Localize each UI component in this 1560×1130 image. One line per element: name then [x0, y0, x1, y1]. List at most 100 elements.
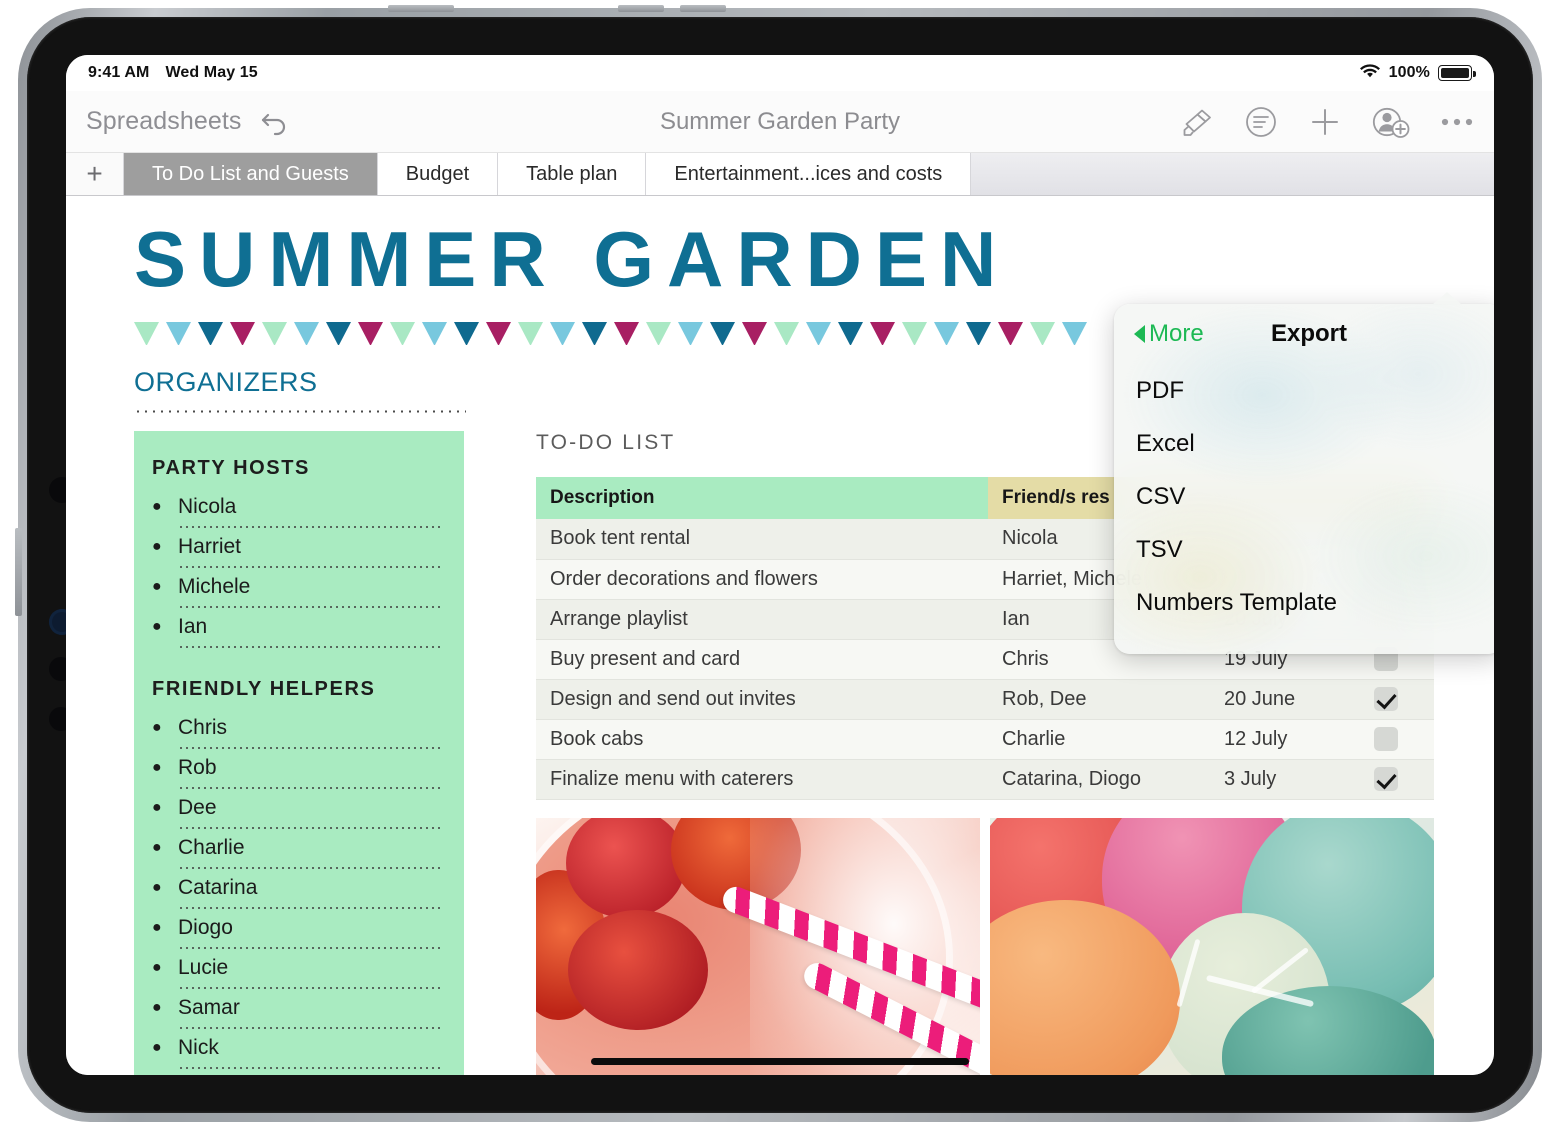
organizer-list-item[interactable]: ● Chris [152, 709, 442, 747]
organizer-list-item[interactable]: ● Dee [152, 789, 442, 827]
photo-row [536, 817, 1434, 1075]
organizer-list-item[interactable]: ● Harriet [152, 528, 442, 566]
organizers-card: PARTY HOSTS ● Nicola ● Harriet ● Michele ● Ian FR… [134, 431, 464, 1075]
done-checkbox[interactable] [1374, 767, 1398, 791]
cell-date[interactable]: 20 June [1210, 679, 1360, 720]
app-toolbar: Spreadsheets Summer Garden Party [66, 91, 1494, 153]
organizer-list-item[interactable]: ● Ian [152, 608, 442, 646]
export-option-tsv[interactable]: TSV [1114, 523, 1494, 576]
cell-friends-responsible[interactable]: Rob, Dee [988, 679, 1210, 720]
cell-date[interactable]: 12 July [1210, 719, 1360, 760]
bullet-icon: ● [152, 538, 162, 555]
battery-percent-label: 100% [1388, 64, 1430, 81]
bunting-flag [806, 322, 831, 345]
popover-back-label: More [1149, 320, 1204, 347]
organizer-name: Harriet [178, 535, 242, 558]
fruit-punch-drink-photo[interactable] [536, 817, 980, 1075]
add-person-icon[interactable] [1372, 106, 1410, 138]
table-row[interactable]: Book cabs Charlie 12 July [536, 719, 1434, 760]
cell-done[interactable] [1360, 719, 1434, 760]
home-indicator[interactable] [591, 1058, 969, 1065]
cell-date[interactable]: 3 July [1210, 759, 1360, 800]
organizer-list-item[interactable]: ● Nick [152, 1029, 442, 1067]
bunting-flag [742, 322, 767, 345]
chevron-left-icon [1134, 325, 1145, 343]
volume-down-button[interactable] [680, 5, 726, 12]
column-header-description[interactable]: Description [536, 477, 988, 519]
tab-bar-filler [971, 153, 1494, 195]
organizer-name: Charlie [178, 836, 245, 859]
export-option-numbers-template[interactable]: Numbers Template [1114, 576, 1494, 629]
organizer-list-item[interactable]: ● Nicola [152, 488, 442, 526]
volume-up-button[interactable] [618, 5, 664, 12]
organizer-list-item[interactable]: ● Samar [152, 989, 442, 1027]
done-checkbox[interactable] [1374, 727, 1398, 751]
bunting-flag [230, 322, 255, 345]
left-side-button[interactable] [15, 528, 22, 616]
organizers-divider [134, 410, 466, 413]
export-option-excel[interactable]: Excel [1114, 417, 1494, 470]
bunting-flag [422, 322, 447, 345]
organizer-name: Nicola [178, 495, 237, 518]
popover-back-button[interactable]: More [1134, 320, 1204, 348]
table-row[interactable]: Finalize menu with caterers Catarina, Dio… [536, 759, 1434, 800]
bullet-icon: ● [152, 578, 162, 595]
cell-description[interactable]: Finalize menu with caterers [536, 759, 988, 800]
sheet-tab-bar: + To Do List and Guests Budget Table pla… [66, 153, 1494, 196]
power-button[interactable] [388, 5, 454, 12]
plus-icon[interactable] [1308, 105, 1342, 139]
cell-description[interactable]: Order decorations and flowers [536, 559, 988, 600]
organizer-name: Ian [178, 615, 208, 638]
wifi-icon [1359, 63, 1381, 84]
bunting-flag [934, 322, 959, 345]
organizer-list-item[interactable]: ● Lucie [152, 949, 442, 987]
organizer-name: Chris [178, 716, 228, 739]
cell-done[interactable] [1360, 759, 1434, 800]
bunting-decoration [134, 322, 1144, 345]
bullet-icon: ● [152, 1039, 162, 1056]
bullet-icon: ● [152, 799, 162, 816]
organizer-list-item[interactable]: ● Rob [152, 749, 442, 787]
ipad-screen: 9:41 AM Wed May 15 100% Spreadsheets Sum… [66, 55, 1494, 1075]
sheet-tab-entertainment[interactable]: Entertainment...ices and costs [646, 153, 972, 195]
organizer-list-item[interactable]: ● Michele [152, 568, 442, 606]
export-option-pdf[interactable]: PDF [1114, 364, 1494, 417]
organizer-list-item[interactable]: ●Cat [152, 1069, 442, 1075]
cell-description[interactable]: Arrange playlist [536, 599, 988, 640]
back-to-spreadsheets-button[interactable]: Spreadsheets [86, 107, 241, 136]
paintbrush-format-icon[interactable] [1180, 107, 1214, 137]
sheet-tab-to-do-list-and-guests[interactable]: To Do List and Guests [124, 153, 378, 195]
organizer-name: Nick [178, 1036, 219, 1059]
export-option-csv[interactable]: CSV [1114, 470, 1494, 523]
pastel-balloons-photo[interactable] [990, 817, 1434, 1075]
bunting-flag [838, 322, 863, 345]
sheet-tab-table-plan[interactable]: Table plan [498, 153, 647, 195]
sheet-tab-budget[interactable]: Budget [377, 153, 499, 195]
cell-description[interactable]: Book cabs [536, 719, 988, 760]
table-row[interactable]: Design and send out invites Rob, Dee 20 Ju… [536, 679, 1434, 720]
cell-description[interactable]: Book tent rental [536, 519, 988, 560]
cell-friends-responsible[interactable]: Catarina, Diogo [988, 759, 1210, 800]
cell-done[interactable] [1360, 679, 1434, 720]
done-checkbox[interactable] [1374, 687, 1398, 711]
organizer-list-item[interactable]: ● Catarina [152, 869, 442, 907]
organizer-list-item[interactable]: ● Charlie [152, 829, 442, 867]
bunting-flag [390, 322, 415, 345]
add-sheet-button[interactable]: + [66, 153, 124, 195]
cell-description[interactable]: Buy present and card [536, 639, 988, 680]
spreadsheet-canvas[interactable]: SUMMER GARDEN ORGANIZERS PARTY HOSTS ● Nic… [66, 196, 1494, 1075]
organizer-list-item[interactable]: ● Diogo [152, 909, 442, 947]
organizer-name: Rob [178, 756, 217, 779]
insert-menu-icon[interactable] [1244, 105, 1278, 139]
cell-friends-responsible[interactable]: Charlie [988, 719, 1210, 760]
undo-arrow-icon[interactable] [259, 108, 291, 136]
bullet-icon: ● [152, 498, 162, 515]
cell-description[interactable]: Design and send out invites [536, 679, 988, 720]
export-popover[interactable]: More Export PDF Excel CSV TSV Numbers Templa… [1114, 292, 1494, 654]
status-time: 9:41 AM [88, 64, 150, 81]
bunting-flag [678, 322, 703, 345]
ellipsis-more-icon[interactable] [1440, 117, 1474, 127]
bullet-icon: ● [152, 959, 162, 976]
bunting-flag [198, 322, 223, 345]
organizer-separator [178, 646, 442, 648]
